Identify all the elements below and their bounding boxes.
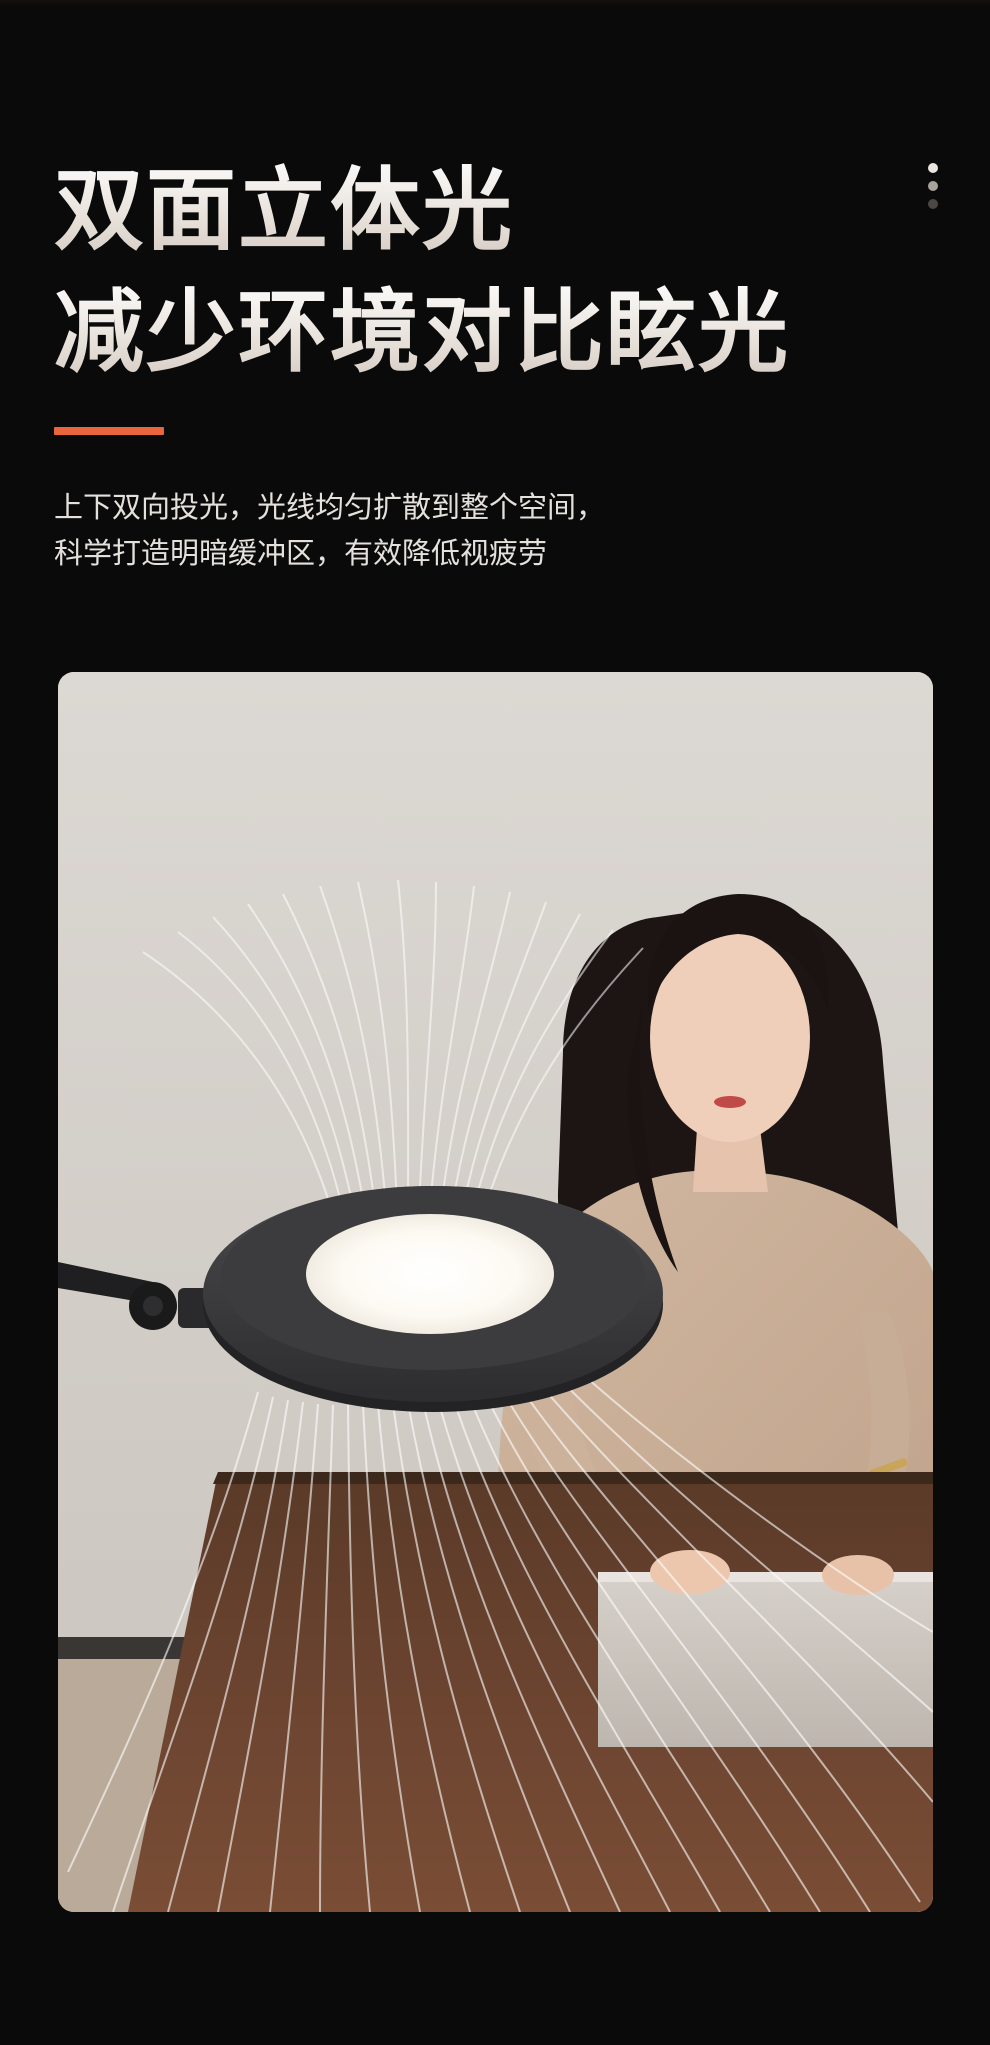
headline-line-1: 双面立体光 (54, 150, 790, 272)
lamp-scene-illustration (58, 672, 933, 1912)
dot-indicator (928, 181, 938, 191)
description-line-1: 上下双向投光，光线均匀扩散到整个空间， (54, 490, 606, 524)
description-line-2: 科学打造明暗缓冲区，有效降低视疲劳 (54, 536, 548, 570)
vertical-dots-icon[interactable] (926, 163, 940, 213)
product-photo (58, 672, 933, 1912)
accent-divider (54, 427, 164, 435)
headline: 双面立体光 减少环境对比眩光 (54, 150, 790, 394)
product-detail-page: 双面立体光 减少环境对比眩光 上下双向投光，光线均匀扩散到整个空间， 科学打造明… (0, 0, 990, 2045)
headline-line-2: 减少环境对比眩光 (54, 272, 790, 394)
dot-indicator (928, 163, 938, 173)
dot-indicator (928, 199, 938, 209)
feature-description: 上下双向投光，光线均匀扩散到整个空间， 科学打造明暗缓冲区，有效降低视疲劳 (54, 484, 605, 576)
